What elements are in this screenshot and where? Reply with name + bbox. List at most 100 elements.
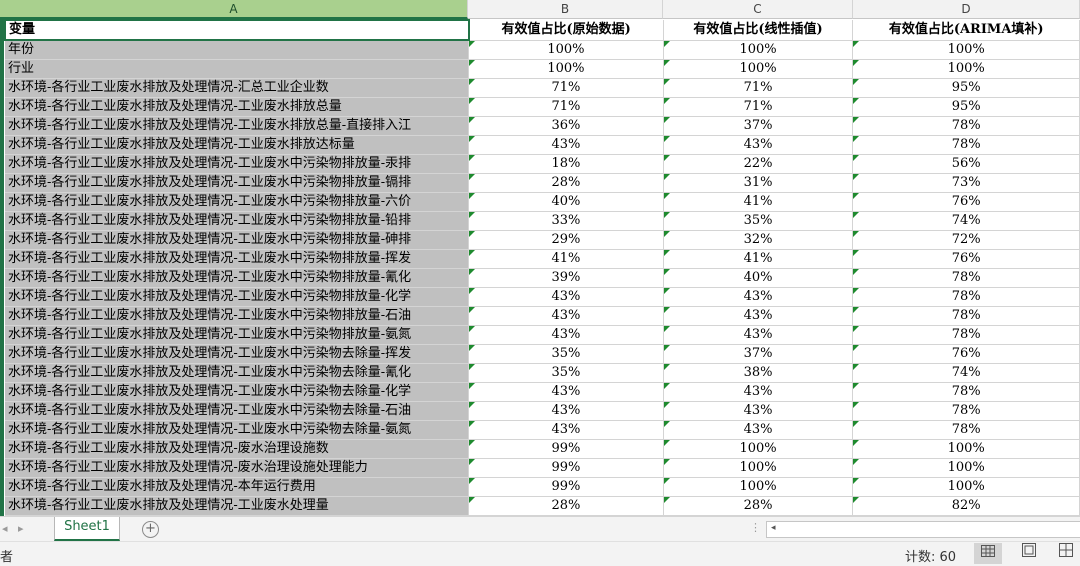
- cell-c14[interactable]: 40%: [663, 268, 854, 288]
- cell-a2[interactable]: 年份: [5, 40, 470, 60]
- cell-c26[interactable]: 28%: [663, 496, 854, 516]
- cell-c9[interactable]: 31%: [663, 173, 854, 193]
- cell-c10[interactable]: 41%: [663, 192, 854, 212]
- cell-a7[interactable]: 水环境-各行业工业废水排放及处理情况-工业废水排放达标量: [5, 135, 470, 155]
- column-header-b[interactable]: B: [468, 0, 663, 19]
- cell-b20[interactable]: 43%: [468, 382, 664, 402]
- cell-d5[interactable]: 95%: [852, 97, 1080, 117]
- cell-c16[interactable]: 43%: [663, 306, 854, 326]
- cell-b25[interactable]: 99%: [468, 477, 664, 497]
- cell-c12[interactable]: 32%: [663, 230, 854, 250]
- cell-a9[interactable]: 水环境-各行业工业废水排放及处理情况-工业废水中污染物排放量-镉排: [5, 173, 470, 193]
- cell-a12[interactable]: 水环境-各行业工业废水排放及处理情况-工业废水中污染物排放量-砷排: [5, 230, 470, 250]
- cell-d2[interactable]: 100%: [852, 40, 1080, 60]
- cell-d8[interactable]: 56%: [852, 154, 1080, 174]
- cell-a25[interactable]: 水环境-各行业工业废水排放及处理情况-本年运行费用: [5, 477, 470, 497]
- cell-b1[interactable]: 有效值占比(原始数据): [468, 20, 664, 41]
- cell-a26[interactable]: 水环境-各行业工业废水排放及处理情况-工业废水处理量: [5, 496, 470, 516]
- cell-c11[interactable]: 35%: [663, 211, 854, 231]
- cell-c13[interactable]: 41%: [663, 249, 854, 269]
- cell-b7[interactable]: 43%: [468, 135, 664, 155]
- cell-a10[interactable]: 水环境-各行业工业废水排放及处理情况-工业废水中污染物排放量-六价: [5, 192, 470, 212]
- cell-c24[interactable]: 100%: [663, 458, 854, 478]
- cell-d10[interactable]: 76%: [852, 192, 1080, 212]
- cell-a8[interactable]: 水环境-各行业工业废水排放及处理情况-工业废水中污染物排放量-汞排: [5, 154, 470, 174]
- cell-c4[interactable]: 71%: [663, 78, 854, 98]
- cell-a21[interactable]: 水环境-各行业工业废水排放及处理情况-工业废水中污染物去除量-石油: [5, 401, 470, 421]
- cell-a18[interactable]: 水环境-各行业工业废水排放及处理情况-工业废水中污染物去除量-挥发: [5, 344, 470, 364]
- cell-d14[interactable]: 78%: [852, 268, 1080, 288]
- cell-b26[interactable]: 28%: [468, 496, 664, 516]
- cell-d24[interactable]: 100%: [852, 458, 1080, 478]
- sheet-tab-sheet1[interactable]: Sheet1: [54, 517, 120, 541]
- cell-a1[interactable]: 变量: [4, 19, 470, 41]
- cell-d16[interactable]: 78%: [852, 306, 1080, 326]
- cell-d9[interactable]: 73%: [852, 173, 1080, 193]
- cell-a23[interactable]: 水环境-各行业工业废水排放及处理情况-废水治理设施数: [5, 439, 470, 459]
- cell-b15[interactable]: 43%: [468, 287, 664, 307]
- cell-d12[interactable]: 72%: [852, 230, 1080, 250]
- column-header-a[interactable]: A: [0, 0, 468, 19]
- cell-a11[interactable]: 水环境-各行业工业废水排放及处理情况-工业废水中污染物排放量-铅排: [5, 211, 470, 231]
- cell-c23[interactable]: 100%: [663, 439, 854, 459]
- scroll-left-icon[interactable]: ◂: [771, 523, 776, 533]
- cell-b14[interactable]: 39%: [468, 268, 664, 288]
- cell-c21[interactable]: 43%: [663, 401, 854, 421]
- cell-b21[interactable]: 43%: [468, 401, 664, 421]
- normal-view-icon[interactable]: [974, 543, 1002, 564]
- page-layout-icon[interactable]: [1015, 543, 1043, 564]
- cell-d11[interactable]: 74%: [852, 211, 1080, 231]
- column-header-d[interactable]: D: [853, 0, 1080, 19]
- cell-c25[interactable]: 100%: [663, 477, 854, 497]
- cell-b19[interactable]: 35%: [468, 363, 664, 383]
- cell-a22[interactable]: 水环境-各行业工业废水排放及处理情况-工业废水中污染物去除量-氨氮: [5, 420, 470, 440]
- cell-b3[interactable]: 100%: [468, 59, 664, 79]
- cell-b24[interactable]: 99%: [468, 458, 664, 478]
- cell-c7[interactable]: 43%: [663, 135, 854, 155]
- cell-a20[interactable]: 水环境-各行业工业废水排放及处理情况-工业废水中污染物去除量-化学: [5, 382, 470, 402]
- cell-a3[interactable]: 行业: [5, 59, 470, 79]
- cell-d6[interactable]: 78%: [852, 116, 1080, 136]
- cell-b8[interactable]: 18%: [468, 154, 664, 174]
- cell-a19[interactable]: 水环境-各行业工业废水排放及处理情况-工业废水中污染物去除量-氰化: [5, 363, 470, 383]
- add-sheet-icon[interactable]: +: [142, 521, 159, 538]
- cell-d4[interactable]: 95%: [852, 78, 1080, 98]
- cell-d26[interactable]: 82%: [852, 496, 1080, 516]
- cell-a5[interactable]: 水环境-各行业工业废水排放及处理情况-工业废水排放总量: [5, 97, 470, 117]
- cell-b22[interactable]: 43%: [468, 420, 664, 440]
- worksheet-grid[interactable]: A B C D 变量 有效值占比(原始数据) 有效值占比(线性插值) 有效值占比…: [0, 0, 1080, 516]
- cell-d17[interactable]: 78%: [852, 325, 1080, 345]
- cell-d23[interactable]: 100%: [852, 439, 1080, 459]
- cell-a24[interactable]: 水环境-各行业工业废水排放及处理情况-废水治理设施处理能力: [5, 458, 470, 478]
- cell-d25[interactable]: 100%: [852, 477, 1080, 497]
- cell-c6[interactable]: 37%: [663, 116, 854, 136]
- cell-b4[interactable]: 71%: [468, 78, 664, 98]
- column-header-c[interactable]: C: [663, 0, 853, 19]
- split-handle-icon[interactable]: ⋮: [750, 521, 761, 534]
- cell-b11[interactable]: 33%: [468, 211, 664, 231]
- cell-d15[interactable]: 78%: [852, 287, 1080, 307]
- cell-d3[interactable]: 100%: [852, 59, 1080, 79]
- cell-b17[interactable]: 43%: [468, 325, 664, 345]
- next-sheet-arrow-icon[interactable]: ▸: [18, 522, 24, 535]
- cell-b23[interactable]: 99%: [468, 439, 664, 459]
- cell-b5[interactable]: 71%: [468, 97, 664, 117]
- cell-c1[interactable]: 有效值占比(线性插值): [663, 20, 854, 41]
- cell-d7[interactable]: 78%: [852, 135, 1080, 155]
- cell-a15[interactable]: 水环境-各行业工业废水排放及处理情况-工业废水中污染物排放量-化学: [5, 287, 470, 307]
- cell-d1[interactable]: 有效值占比(ARIMA填补): [852, 20, 1080, 41]
- cell-c18[interactable]: 37%: [663, 344, 854, 364]
- cell-b2[interactable]: 100%: [468, 40, 664, 60]
- horizontal-scrollbar[interactable]: ◂: [766, 521, 1080, 538]
- cell-c22[interactable]: 43%: [663, 420, 854, 440]
- prev-sheet-arrow-icon[interactable]: ◂: [2, 522, 8, 535]
- cell-c19[interactable]: 38%: [663, 363, 854, 383]
- cell-a16[interactable]: 水环境-各行业工业废水排放及处理情况-工业废水中污染物排放量-石油: [5, 306, 470, 326]
- cell-d13[interactable]: 76%: [852, 249, 1080, 269]
- cell-d18[interactable]: 76%: [852, 344, 1080, 364]
- cell-d19[interactable]: 74%: [852, 363, 1080, 383]
- cell-c5[interactable]: 71%: [663, 97, 854, 117]
- cell-a14[interactable]: 水环境-各行业工业废水排放及处理情况-工业废水中污染物排放量-氰化: [5, 268, 470, 288]
- cell-b13[interactable]: 41%: [468, 249, 664, 269]
- cell-b16[interactable]: 43%: [468, 306, 664, 326]
